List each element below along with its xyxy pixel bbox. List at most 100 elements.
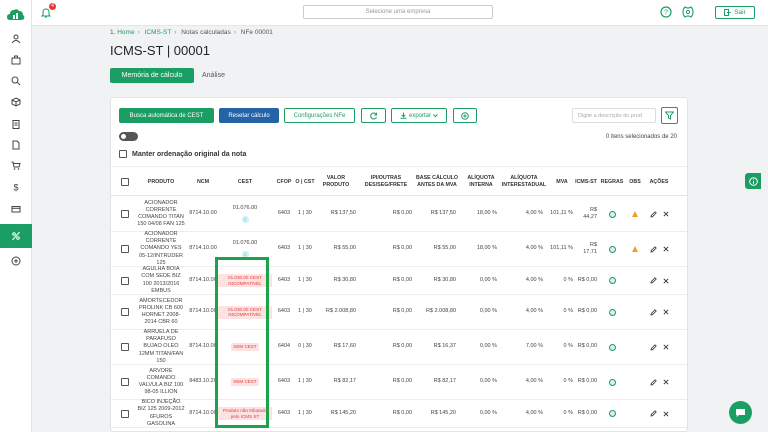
- cart-icon: [11, 161, 21, 170]
- col-regras[interactable]: REGRAS: [599, 167, 625, 197]
- col-produto[interactable]: PRODUTO: [137, 167, 185, 197]
- cell-acoes: [645, 400, 673, 427]
- exit-button[interactable]: Sair: [715, 6, 755, 19]
- delete-icon[interactable]: [662, 410, 669, 417]
- chat-button[interactable]: [729, 401, 752, 424]
- edit-icon[interactable]: [649, 378, 657, 386]
- cell-acoes: [645, 365, 673, 399]
- cest-status-badge: 01.030.00 CEST INCOMPATÍVEL: [218, 305, 272, 319]
- cell-aliq_inter: 4,00 %: [525, 409, 543, 416]
- cest-code: 01.076.00: [232, 240, 258, 247]
- edit-icon[interactable]: [649, 343, 657, 351]
- table-row[interactable]: ACIONADOR CORRENTE COMANDO YES 05-12/INT…: [111, 231, 687, 267]
- col-valor-produto[interactable]: VALOR PRODUTO: [316, 167, 356, 197]
- cell-icms: R$ 44,27: [583, 206, 597, 220]
- rule-icon[interactable]: [608, 410, 616, 417]
- warning-icon[interactable]: [632, 211, 638, 217]
- cell-icms: R$ 0,00: [577, 378, 597, 385]
- row-checkbox[interactable]: [121, 378, 129, 386]
- breadcrumb-notas[interactable]: Notas calculadas: [181, 29, 231, 36]
- row-checkbox[interactable]: [121, 245, 129, 253]
- row-checkbox[interactable]: [121, 276, 129, 285]
- col-mva[interactable]: MVA: [549, 167, 575, 197]
- warning-icon[interactable]: [632, 246, 638, 252]
- side-info-tab[interactable]: [745, 173, 761, 189]
- table-row[interactable]: AMORTECEDOR PROLINK CB 600 HORNET 2008-2…: [111, 295, 687, 330]
- breadcrumb-icms-st[interactable]: ICMS-ST: [145, 29, 172, 36]
- col-base-calculo[interactable]: BASE CÁLCULO ANTES DA MVA: [414, 167, 460, 197]
- sidebar-item-document[interactable]: [0, 135, 32, 155]
- box-icon: [11, 97, 21, 107]
- col-ncm[interactable]: NCM: [185, 167, 221, 197]
- rule-icon[interactable]: [608, 210, 616, 218]
- product-search-input[interactable]: Digite a descrição do prod: [572, 108, 656, 123]
- edit-icon[interactable]: [649, 210, 657, 218]
- row-checkbox[interactable]: [121, 343, 129, 351]
- table-row[interactable]: ARRUELA DE PARAFUSO BUJAO OLEO 12MM TITA…: [111, 329, 687, 365]
- table-row[interactable]: ARVORE COMANDO VALVULA BIZ 100 98-05 ILL…: [111, 365, 687, 400]
- svg-text:$: $: [13, 183, 18, 193]
- view-toggle[interactable]: [119, 132, 138, 141]
- add-button[interactable]: [453, 108, 477, 123]
- col-cest[interactable]: CEST: [218, 167, 272, 197]
- table-row[interactable]: AGULHA BOIA COM SEDE BIZ 100 2013/2016 E…: [111, 266, 687, 295]
- col-obs[interactable]: OBS: [627, 167, 643, 197]
- rule-icon[interactable]: [608, 308, 616, 316]
- col-cfop[interactable]: CFOP: [274, 167, 294, 197]
- rule-icon[interactable]: [608, 378, 616, 386]
- delete-icon[interactable]: [662, 309, 669, 315]
- keep-order-option[interactable]: Manter ordenação original da nota: [119, 150, 246, 158]
- col-ipi[interactable]: IPI/OUTRAS DES/SEG/FRETE: [360, 167, 412, 197]
- sidebar-item-user[interactable]: [0, 29, 32, 49]
- rule-icon[interactable]: [608, 277, 616, 284]
- edit-icon[interactable]: [649, 245, 657, 253]
- cest-info-icon[interactable]: i: [241, 250, 249, 258]
- col-aliquota-interna[interactable]: ALÍQUOTA INTERNA: [463, 167, 499, 197]
- reset-calc-button[interactable]: Resetar cálculo: [219, 108, 279, 123]
- cell-base: R$ 137,50: [430, 210, 456, 217]
- sidebar-item-card[interactable]: [0, 199, 32, 219]
- row-checkbox[interactable]: [121, 308, 129, 316]
- sidebar-item-search[interactable]: [0, 71, 32, 91]
- delete-icon[interactable]: [662, 344, 669, 350]
- sidebar-item-icms-st[interactable]: [0, 224, 32, 248]
- rule-icon[interactable]: [608, 245, 616, 253]
- sidebar-item-box[interactable]: [0, 92, 32, 112]
- sidebar-item-add[interactable]: [0, 251, 32, 271]
- edit-icon[interactable]: [649, 410, 657, 417]
- refresh-button[interactable]: [361, 108, 386, 123]
- cest-info-icon[interactable]: i: [241, 215, 249, 223]
- select-all-checkbox[interactable]: [121, 178, 129, 186]
- sidebar-item-finance[interactable]: $: [0, 177, 32, 197]
- col-aliquota-interestadual[interactable]: ALÍQUOTA INTERESTADUAL: [501, 167, 547, 197]
- table-row[interactable]: BICO INJEÇÃO BIZ 125 2009-2012 6FUROS GA…: [111, 399, 687, 428]
- edit-icon[interactable]: [649, 308, 657, 316]
- delete-icon[interactable]: [662, 246, 669, 252]
- sidebar-item-cart[interactable]: [0, 156, 32, 176]
- table-row[interactable]: ACIONADOR CORRENTE COMANDO TITAN 150 04/…: [111, 197, 687, 232]
- delete-icon[interactable]: [662, 277, 669, 284]
- breadcrumb-home[interactable]: Home: [117, 29, 134, 36]
- delete-icon[interactable]: [662, 211, 669, 217]
- tab-analise[interactable]: Análise: [202, 68, 225, 83]
- tab-memoria-calculo[interactable]: Memória de cálculo: [110, 68, 194, 83]
- sidebar-item-clipboard[interactable]: [0, 114, 32, 134]
- company-select[interactable]: Selecione uma empresa: [303, 5, 493, 19]
- keep-order-checkbox[interactable]: [119, 150, 127, 158]
- row-checkbox[interactable]: [121, 210, 129, 218]
- sidebar-item-briefcase[interactable]: [0, 50, 32, 70]
- settings-icon[interactable]: [682, 6, 694, 18]
- filter-button[interactable]: [661, 107, 678, 124]
- delete-icon[interactable]: [662, 379, 669, 385]
- rule-icon[interactable]: [608, 343, 616, 351]
- export-button[interactable]: exportar: [391, 108, 447, 123]
- nfe-config-button[interactable]: Configurações NFe: [284, 108, 355, 123]
- col-icms-st[interactable]: ICMS-ST: [575, 167, 597, 197]
- cell-regras: [599, 330, 625, 364]
- col-ocst[interactable]: O | CST: [294, 167, 316, 197]
- help-icon[interactable]: ?: [660, 6, 672, 18]
- row-checkbox[interactable]: [121, 409, 129, 418]
- auto-cest-button[interactable]: Busca automática de CEST: [119, 108, 214, 123]
- edit-icon[interactable]: [649, 277, 657, 284]
- col-acoes[interactable]: AÇÕES: [645, 167, 673, 197]
